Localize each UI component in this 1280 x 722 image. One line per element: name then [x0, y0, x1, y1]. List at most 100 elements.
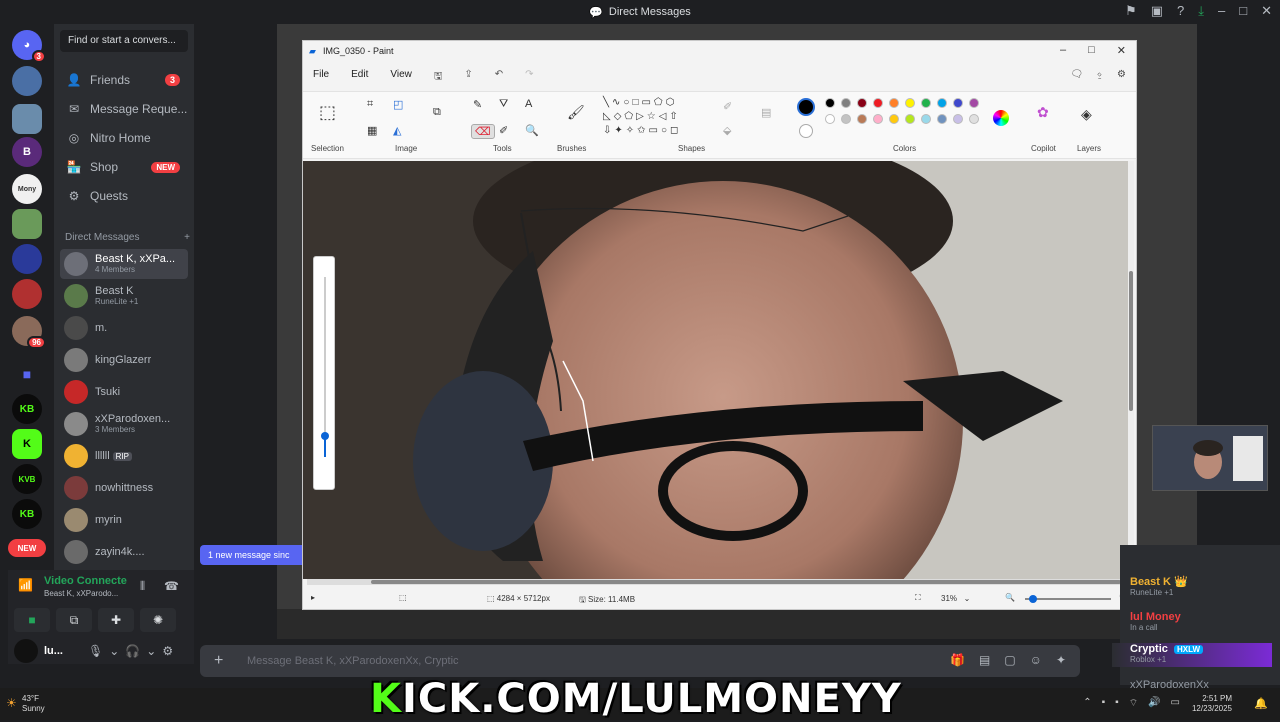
color-swatch[interactable]	[953, 98, 963, 108]
slider-thumb[interactable]	[321, 432, 329, 440]
minimize-icon[interactable]: –	[1060, 44, 1066, 57]
paint-canvas[interactable]	[303, 161, 1131, 579]
voice-channel[interactable]: Beast K, xXParodo...	[44, 589, 118, 598]
soundboard-button[interactable]: ✺	[140, 608, 176, 632]
horizontal-scrollbar[interactable]	[307, 579, 1133, 585]
fill-shape-icon[interactable]: ⬙	[723, 124, 731, 137]
fit-icon[interactable]: ⛶	[915, 593, 921, 603]
brush-icon[interactable]: 🖌	[567, 104, 585, 121]
menu-edit[interactable]: Edit	[351, 69, 368, 86]
avatar[interactable]	[14, 639, 38, 663]
notifications-icon[interactable]: 🔔	[1254, 697, 1268, 710]
server-icon[interactable]: Mony	[12, 174, 42, 204]
battery-icon[interactable]: ▭	[1171, 697, 1180, 710]
server-icon[interactable]: KVB	[12, 464, 42, 494]
volume-icon[interactable]: 🔊	[1148, 697, 1160, 710]
layers-icon[interactable]: ◈	[1081, 106, 1092, 123]
dm-item[interactable]: Tsuki	[60, 377, 188, 407]
color-swatch[interactable]	[969, 98, 979, 108]
settings-icon[interactable]: ⚙	[1117, 69, 1126, 80]
color-swatch[interactable]	[889, 98, 899, 108]
screenshare-button[interactable]: ⧉	[56, 608, 92, 632]
disconnect-icon[interactable]: ☎	[164, 579, 179, 593]
color-swatch[interactable]	[841, 98, 851, 108]
color-swatch[interactable]	[953, 114, 963, 124]
size-icon[interactable]: ▤	[761, 106, 771, 119]
server-icon[interactable]	[12, 66, 42, 96]
weather-widget[interactable]: 43°F Sunny	[22, 694, 45, 714]
color-swatch[interactable]	[873, 98, 883, 108]
share-icon[interactable]: ⇪	[464, 69, 472, 86]
sticker-icon[interactable]: ▢	[1004, 653, 1015, 667]
dm-item[interactable]: myrin	[60, 505, 188, 535]
microphone-icon[interactable]: 🎙	[88, 644, 103, 658]
gif-icon[interactable]: ▤	[979, 653, 990, 667]
server-icon[interactable]	[12, 279, 42, 309]
color-swatch[interactable]	[857, 114, 867, 124]
color-swatch[interactable]	[969, 114, 979, 124]
add-dm-button[interactable]: +	[184, 232, 190, 243]
dm-item[interactable]: m.	[60, 313, 188, 343]
edit-colors-icon[interactable]	[993, 110, 1009, 126]
apps-icon[interactable]: ✦	[1056, 653, 1066, 667]
activities-button[interactable]: ✚	[98, 608, 134, 632]
primary-color[interactable]	[797, 98, 815, 116]
server-icon[interactable]	[12, 244, 42, 274]
nav-nitro-home[interactable]: ◎ Nitro Home	[60, 125, 190, 151]
comment-icon[interactable]: 🗨	[1070, 69, 1083, 80]
color-swatch[interactable]	[825, 98, 835, 108]
server-icon[interactable]: KB	[12, 499, 42, 529]
redo-icon[interactable]: ↷	[525, 69, 533, 86]
dm-item[interactable]: Beast K RuneLite +1	[60, 281, 188, 311]
dm-item[interactable]: xXParodoxen... 3 Members	[60, 409, 188, 439]
attach-button[interactable]: +	[214, 652, 223, 670]
copilot-icon[interactable]: ✿	[1037, 104, 1049, 121]
menu-view[interactable]: View	[390, 69, 412, 86]
color-swatch[interactable]	[857, 98, 867, 108]
color-swatch[interactable]	[873, 114, 883, 124]
eraser-size-slider[interactable]	[313, 256, 335, 490]
color-picker-icon[interactable]: ✐	[499, 124, 508, 137]
color-swatch[interactable]	[841, 114, 851, 124]
chevron-down-icon[interactable]: ⌄	[146, 644, 156, 658]
server-icon[interactable]: KB	[12, 394, 42, 424]
dm-item[interactable]: Beast K, xXPa... 4 Members	[60, 249, 188, 279]
server-icon[interactable]: 96	[12, 316, 46, 349]
flag-icon[interactable]: ⚑	[1125, 3, 1137, 19]
member-item[interactable]: Beast K 👑 RuneLite +1	[1130, 575, 1188, 597]
server-icon[interactable]	[12, 104, 42, 134]
settings-icon[interactable]: ⚙	[162, 644, 173, 658]
nav-quests[interactable]: ⚙ Quests	[60, 183, 190, 209]
color-swatch[interactable]	[937, 114, 947, 124]
vertical-scrollbar[interactable]	[1128, 161, 1134, 579]
undo-icon[interactable]: ↶	[495, 69, 503, 86]
member-item[interactable]: lul Money In a call	[1130, 611, 1181, 632]
eraser-icon[interactable]: ⌫	[471, 124, 495, 139]
color-swatch[interactable]	[905, 98, 915, 108]
color-swatch[interactable]	[921, 114, 931, 124]
minimize-icon[interactable]: –	[1218, 3, 1225, 19]
color-swatch[interactable]	[905, 114, 915, 124]
fill-icon[interactable]: ⛛	[499, 98, 508, 111]
help-icon[interactable]: ?	[1177, 3, 1184, 19]
zoom-out-icon[interactable]: 🔍	[1005, 593, 1015, 602]
emoji-icon[interactable]: ☺	[1030, 653, 1042, 667]
member-item[interactable]: Cryptic HXLW Roblox +1	[1112, 643, 1272, 667]
dm-item[interactable]: zayin4k....	[60, 537, 188, 567]
tray-app-icon[interactable]: ▪	[1115, 697, 1119, 710]
dm-item[interactable]: llllll RIP	[60, 441, 188, 471]
resize-icon[interactable]: ◰	[393, 98, 403, 111]
server-icon[interactable]: K	[12, 429, 42, 459]
close-icon[interactable]: ✕	[1261, 3, 1272, 19]
zoom-slider[interactable]	[1025, 595, 1111, 603]
nav-message-requests[interactable]: ✉ Message Reque...	[60, 96, 190, 122]
home-button[interactable]: ◕ 3	[12, 30, 46, 63]
new-messages-banner[interactable]: 1 new message sinc	[200, 545, 304, 565]
crop-icon[interactable]: ⌗	[367, 98, 373, 111]
server-icon[interactable]	[12, 209, 42, 239]
save-icon[interactable]: 🖫	[434, 69, 443, 86]
image-tool-icon[interactable]: ▦	[367, 124, 377, 137]
selection-icon[interactable]: ⬚	[319, 102, 336, 123]
color-swatch[interactable]	[889, 114, 899, 124]
color-swatch[interactable]	[921, 98, 931, 108]
